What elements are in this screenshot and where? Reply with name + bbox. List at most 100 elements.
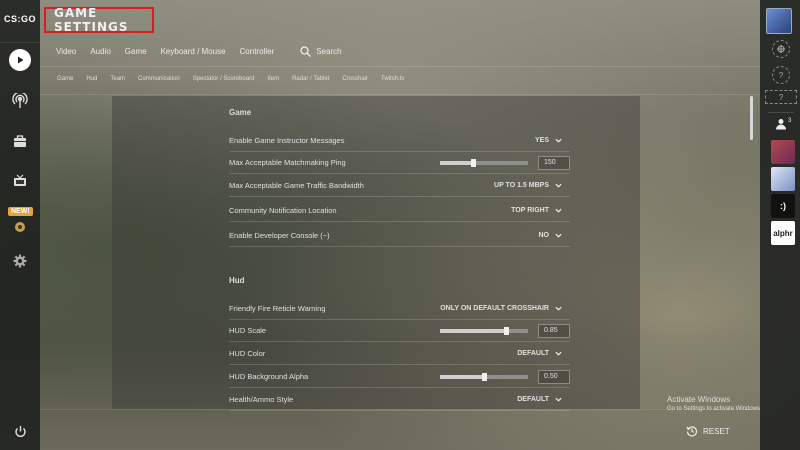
chevron-down-icon <box>555 208 562 213</box>
subtab-twitch[interactable]: Twitch.tv <box>381 76 404 82</box>
setting-label: Friendly Fire Reticle Warning <box>229 304 326 313</box>
dropdown-value: ONLY ON DEFAULT CROSSHAIR <box>440 305 549 312</box>
subtab-spectator-scoreboard[interactable]: Spectator / Scoreboard <box>193 76 255 82</box>
subtabs-divider <box>40 94 760 95</box>
tab-game[interactable]: Game <box>125 47 147 56</box>
friendly-fire-dropdown[interactable]: ONLY ON DEFAULT CROSSHAIR <box>440 305 562 312</box>
notification-location-dropdown[interactable]: TOP RIGHT <box>511 207 562 214</box>
play-button[interactable] <box>0 45 40 75</box>
setting-row-developer-console: Enable Developer Console (~) NO <box>229 225 570 247</box>
tabs-divider <box>40 66 760 67</box>
slider-handle[interactable] <box>471 158 477 167</box>
person-icon <box>776 119 786 130</box>
developer-console-dropdown[interactable]: NO <box>539 232 563 239</box>
setting-row-hud-scale: HUD Scale 0.85 <box>229 320 570 342</box>
left-divider <box>0 42 40 43</box>
health-ammo-style-dropdown[interactable]: DEFAULT <box>517 396 562 403</box>
chevron-down-icon <box>555 183 562 188</box>
tab-audio[interactable]: Audio <box>90 47 110 56</box>
operation-icon[interactable] <box>0 212 40 242</box>
ping-value-field[interactable]: 150 <box>538 155 570 170</box>
friend-avatar-2[interactable] <box>771 167 795 191</box>
csgo-logo[interactable]: CS:GO <box>4 14 36 24</box>
setting-row-hud-color: HUD Color DEFAULT <box>229 343 570 365</box>
subtab-radar-tablet[interactable]: Radar / Tablet <box>292 76 329 82</box>
settings-tabs: Video Audio Game Keyboard / Mouse Contro… <box>56 46 342 57</box>
friend-avatar-1[interactable] <box>771 140 795 164</box>
add-friend-help-box[interactable]: ? <box>765 90 797 104</box>
setting-label: Enable Developer Console (~) <box>229 231 330 240</box>
activate-windows-watermark: Activate Windows Go to Settings to activ… <box>667 395 762 412</box>
ping-slider[interactable] <box>440 158 528 167</box>
search-button[interactable]: Search <box>300 46 342 57</box>
chevron-down-icon <box>555 306 562 311</box>
game-subtabs: Game Hud Team Communication Spectator / … <box>57 76 417 82</box>
slider-handle[interactable] <box>482 372 487 381</box>
setting-label: HUD Color <box>229 349 266 358</box>
hud-color-dropdown[interactable]: DEFAULT <box>517 350 562 357</box>
chevron-down-icon <box>555 138 562 143</box>
hud-alpha-slider[interactable] <box>440 372 528 381</box>
rank-icon[interactable] <box>772 40 790 58</box>
bandwidth-dropdown[interactable]: UP TO 1.5 MBPS <box>494 182 562 189</box>
setting-label: HUD Background Alpha <box>229 372 309 381</box>
setting-label: Community Notification Location <box>229 206 337 215</box>
dropdown-value: TOP RIGHT <box>511 207 549 214</box>
setting-label: Max Acceptable Game Traffic Bandwidth <box>229 181 364 190</box>
subtab-communication[interactable]: Communication <box>138 76 180 82</box>
watermark-title: Activate Windows <box>667 395 731 404</box>
subtab-crosshair[interactable]: Crosshair <box>342 76 368 82</box>
reset-label: RESET <box>703 426 730 436</box>
search-label: Search <box>316 47 342 56</box>
broadcast-icon[interactable] <box>0 86 40 116</box>
subtab-team[interactable]: Team <box>110 76 125 82</box>
watermark-subtitle: Go to Settings to activate Windows. <box>667 406 762 412</box>
instructor-messages-dropdown[interactable]: YES <box>535 137 562 144</box>
setting-label: Max Acceptable Matchmaking Ping <box>229 158 346 167</box>
hud-scale-value-field[interactable]: 0.85 <box>538 323 570 338</box>
hud-scale-slider[interactable] <box>440 326 528 335</box>
tab-video[interactable]: Video <box>56 47 76 56</box>
play-icon <box>9 49 31 71</box>
help-icon[interactable]: ? <box>772 66 790 84</box>
setting-row-instructor-messages: Enable Game Instructor Messages YES <box>229 130 570 152</box>
setting-row-notification-location: Community Notification Location TOP RIGH… <box>229 200 570 222</box>
dropdown-value: YES <box>534 137 549 144</box>
player-avatar[interactable] <box>766 8 792 34</box>
bottom-divider <box>40 409 760 410</box>
right-divider <box>768 112 794 113</box>
friend-avatar-3[interactable]: :) <box>771 194 795 218</box>
setting-row-matchmaking-ping: Max Acceptable Matchmaking Ping 150 <box>229 152 570 174</box>
slider-handle[interactable] <box>504 326 509 335</box>
dropdown-value: UP TO 1.5 MBPS <box>494 182 549 189</box>
chevron-down-icon <box>555 233 562 238</box>
inventory-icon[interactable] <box>0 126 40 156</box>
dropdown-value: NO <box>538 232 550 239</box>
power-button[interactable] <box>0 416 40 446</box>
reset-icon <box>686 426 698 437</box>
settings-scrollbar[interactable] <box>750 96 753 140</box>
subtab-hud[interactable]: Hud <box>86 76 97 82</box>
chevron-down-icon <box>555 397 562 402</box>
setting-row-traffic-bandwidth: Max Acceptable Game Traffic Bandwidth UP… <box>229 175 570 197</box>
dropdown-value: DEFAULT <box>517 396 549 403</box>
subtab-game[interactable]: Game <box>57 76 73 82</box>
settings-gear-icon[interactable] <box>0 246 40 276</box>
setting-row-friendly-fire-reticle: Friendly Fire Reticle Warning ONLY ON DE… <box>229 298 570 320</box>
section-title-game: Game <box>229 108 252 117</box>
section-title-hud: Hud <box>229 276 245 285</box>
dropdown-value: DEFAULT <box>517 350 549 357</box>
hud-alpha-value-field[interactable]: 0.50 <box>538 369 570 384</box>
setting-label: Health/Ammo Style <box>229 395 294 404</box>
subtab-item[interactable]: Item <box>267 76 279 82</box>
setting-label: HUD Scale <box>229 326 267 335</box>
friends-button[interactable]: 3 <box>775 118 791 130</box>
tab-keyboard-mouse[interactable]: Keyboard / Mouse <box>161 47 226 56</box>
tab-controller[interactable]: Controller <box>240 47 275 56</box>
reset-button[interactable]: RESET <box>686 425 730 437</box>
setting-row-health-ammo-style: Health/Ammo Style DEFAULT <box>229 389 570 411</box>
page-title: GAME SETTINGS <box>44 6 154 34</box>
watch-tv-icon[interactable] <box>0 165 40 195</box>
setting-label: Enable Game Instructor Messages <box>229 136 345 145</box>
friend-avatar-4[interactable]: alphr <box>771 221 795 245</box>
